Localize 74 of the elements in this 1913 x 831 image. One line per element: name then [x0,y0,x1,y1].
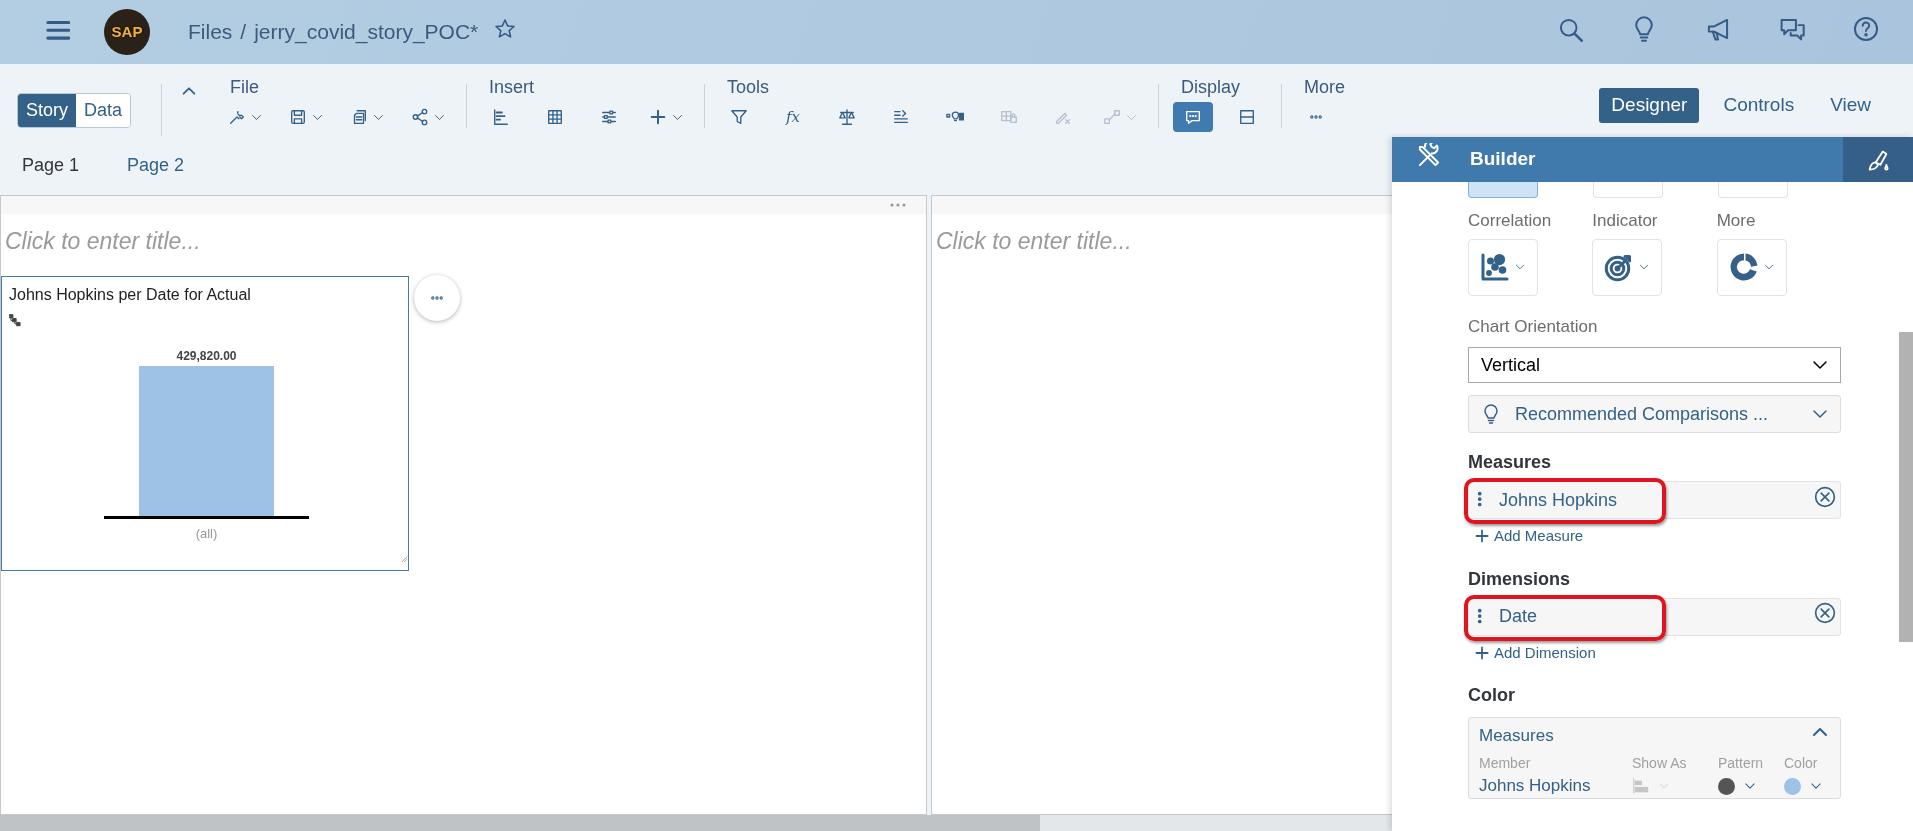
donut-chart-icon [1728,252,1759,282]
column-header: Color [1784,754,1819,773]
add-link[interactable]: Add Measure [1468,525,1584,548]
scrollbar-thumb[interactable] [1899,332,1913,642]
chart-type-label: More [1716,210,1756,232]
sliders-icon [600,108,619,126]
add-link[interactable]: Add Dimension [1468,641,1596,664]
tools-icon [1416,143,1442,169]
member-name: Johns Hopkins [1479,775,1592,798]
field-label: Chart Orientation [1468,315,1599,338]
share-icon [411,108,430,126]
table-lock-icon [1000,108,1019,126]
breadcrumb-separator: / [240,19,247,46]
view-tab[interactable]: Designer [1599,88,1700,123]
chart-title: Johns Hopkins per Date for Actual [9,284,252,305]
drag-handle-icon[interactable] [890,203,906,207]
view-tab[interactable]: Controls [1711,88,1807,123]
mode-toggle-button[interactable]: Story [18,94,76,127]
breadcrumb-link[interactable]: Files [188,16,233,48]
save-icon [289,108,308,126]
column-header: Show As [1632,754,1688,773]
view-tab[interactable]: View [1818,88,1883,123]
linked-squares-icon [1103,108,1122,126]
list-arrow-icon [892,108,911,126]
hierarchy-icon [9,313,22,327]
chart-type-label: Indicator [1592,210,1658,232]
plus-icon [1474,528,1490,545]
mode-toggle-button[interactable]: Data [76,94,131,127]
close-icon [1814,485,1836,508]
toolbar-group-label: Tools [727,76,771,98]
wrench-icon [228,108,247,126]
table-icon [546,108,565,126]
filter-icon [730,108,749,126]
plus-icon [649,108,668,126]
column-header: Pattern [1718,754,1765,773]
toolbar-group-label: Display [1181,76,1242,98]
section-heading: Dimensions [1468,567,1572,591]
star-icon [494,17,517,40]
orientation-select[interactable]: Vertical [1468,347,1841,383]
balance-scale-icon [838,108,857,126]
group-heading: Measures [1479,724,1554,747]
split-layout-icon [1238,108,1257,126]
chart-type-label: Correlation [1468,210,1552,232]
story-title: jerry_covid_story_POC* [254,19,479,46]
toolbar-group-label: File [230,76,261,98]
pattern-swatch[interactable] [1718,777,1735,795]
plus-icon [1474,644,1490,661]
toolbar-group-label: More [1304,76,1347,98]
column-header: Member [1479,754,1532,773]
page-tab[interactable]: Page 1 [22,151,80,179]
drag-grip-icon [1477,607,1483,626]
category-label: (all) [195,525,218,541]
styling-button[interactable] [1843,137,1913,182]
toolbar-group-label: Insert [489,76,536,98]
bar-chart-icon [1632,777,1650,795]
close-icon [1814,602,1836,624]
recommended-comparisons-dropdown[interactable]: Recommended Comparisons ... [1468,395,1841,433]
scrollbar-thumb[interactable] [0,815,1040,831]
section-heading: Color [1468,684,1516,707]
drag-grip-icon [1477,491,1483,509]
bar-chart-icon [492,108,511,126]
scatter-chart-icon [1480,252,1510,282]
help-icon [1853,15,1879,42]
page-tab[interactable]: Page 2 [127,151,185,179]
panel-title: Builder [1470,147,1537,172]
formula-button[interactable]: fx [773,102,814,132]
comment-button[interactable] [1173,102,1214,132]
logo[interactable]: SAP [104,9,150,55]
data-label: 429,820.00 [176,348,237,363]
section-heading: Measures [1468,451,1553,474]
comment-icon [1184,108,1203,126]
chart-type-tile[interactable] [1468,182,1538,198]
lightbulb-icon [1481,404,1501,424]
color-swatch[interactable] [1784,777,1801,795]
